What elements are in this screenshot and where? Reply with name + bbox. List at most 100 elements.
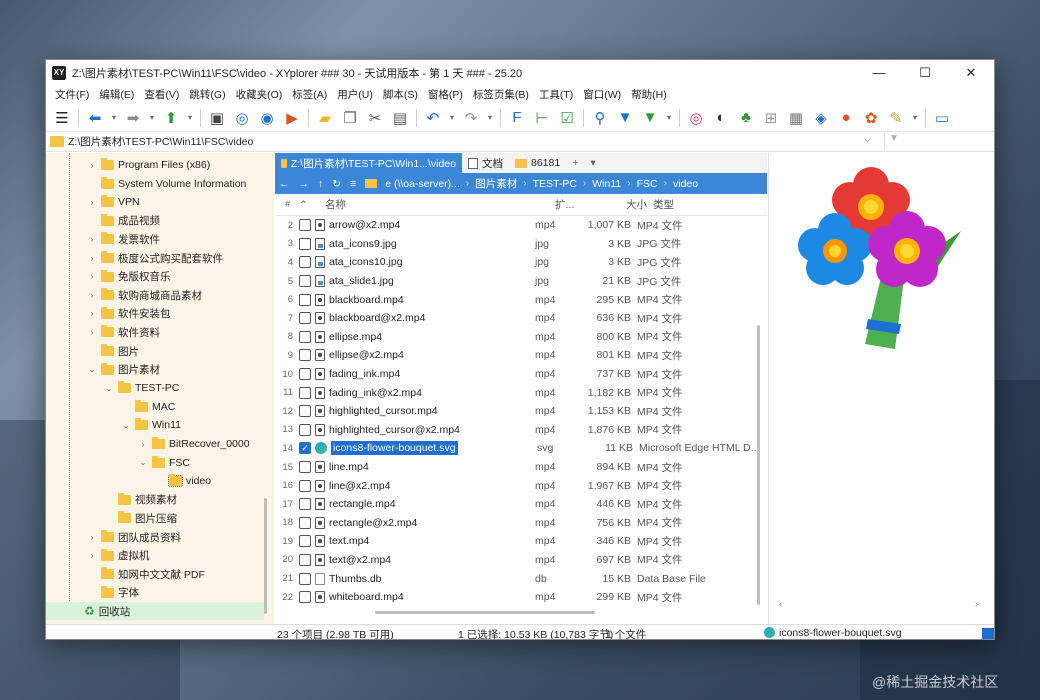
color-icon[interactable]: ✿ bbox=[859, 106, 883, 130]
tree-item[interactable]: 图片 bbox=[46, 342, 264, 360]
table-row[interactable]: 22 whiteboard.mp4 mp4 299 KB MP4 文件 bbox=[275, 588, 767, 607]
resize-corner-icon[interactable] bbox=[982, 628, 994, 639]
chevron-down-icon[interactable]: ▾ bbox=[184, 106, 196, 130]
tree-item[interactable]: ⌄ 图片素材 bbox=[46, 361, 264, 379]
address-path[interactable]: Z:\图片素材\TEST-PC\Win11\FSC\video bbox=[68, 134, 994, 149]
tree-item[interactable]: 视频素材 bbox=[46, 491, 264, 509]
checkbox-icon[interactable]: ☑ bbox=[555, 106, 579, 130]
table-row[interactable]: 11 fading_ink@x2.mp4 mp4 1,182 KB MP4 文件 bbox=[275, 383, 767, 402]
new-tab-button[interactable]: + bbox=[566, 153, 584, 173]
preview-scroll-right-icon[interactable]: › bbox=[975, 599, 978, 610]
chevron-down-icon[interactable]: ⌄ bbox=[103, 384, 115, 393]
menu-item[interactable]: 标签(A) bbox=[287, 87, 332, 102]
column-num[interactable]: # bbox=[275, 199, 297, 210]
menu-item[interactable]: 编辑(E) bbox=[94, 87, 139, 102]
chevron-right-icon[interactable]: › bbox=[86, 272, 98, 281]
menu-item[interactable]: 跳转(G) bbox=[184, 87, 230, 102]
table-row[interactable]: 12 highlighted_cursor.mp4 mp4 1,153 KB MP4 文… bbox=[275, 402, 767, 421]
table-row[interactable]: 5 ata_slide1.jpg jpg 21 KB JPG 文件 bbox=[275, 272, 767, 291]
chevron-right-icon[interactable]: › bbox=[86, 254, 98, 263]
tree-item[interactable]: ♻ 回收站 bbox=[46, 602, 264, 621]
tree-item[interactable]: › 虚拟机 bbox=[46, 547, 264, 565]
tree-item[interactable]: 成品视频 bbox=[46, 212, 264, 230]
filter-green-icon[interactable]: ▼ bbox=[638, 106, 662, 130]
title-bar[interactable]: XY Z:\图片素材\TEST-PC\Win11\FSC\video - XYp… bbox=[46, 60, 994, 85]
column-size[interactable]: 大小 bbox=[595, 197, 653, 212]
grid-icon[interactable]: ⊞ bbox=[759, 106, 783, 130]
chevron-down-icon[interactable]: ▾ bbox=[663, 106, 675, 130]
tree-item[interactable]: › 团队成员资料 bbox=[46, 528, 264, 546]
filter-box[interactable]: ▼ bbox=[884, 133, 992, 150]
breadcrumb-separator-icon[interactable]: › bbox=[466, 178, 469, 189]
media-play-icon[interactable]: ▶ bbox=[280, 106, 304, 130]
back-arrow-icon[interactable]: ⬅ bbox=[83, 106, 107, 130]
chevron-down-icon[interactable]: ⌄ bbox=[86, 365, 98, 374]
breadcrumb-item[interactable]: Win11 bbox=[592, 178, 621, 190]
tree-item[interactable]: › 软件安装包 bbox=[46, 305, 264, 323]
table-row[interactable]: 20 text@x2.mp4 mp4 697 KB MP4 文件 bbox=[275, 551, 767, 570]
table-row[interactable]: 14 ✓ icons8-flower-bouquet.svg svg 11 KB Micr… bbox=[275, 439, 767, 458]
table-row[interactable]: 3 ata_icons9.jpg jpg 3 KB JPG 文件 bbox=[275, 235, 767, 254]
row-checkbox[interactable] bbox=[299, 219, 311, 232]
tree-item[interactable]: › 软件资料 bbox=[46, 323, 264, 341]
table-row[interactable]: 18 rectangle@x2.mp4 mp4 756 KB MP4 文件 bbox=[275, 514, 767, 533]
menu-item[interactable]: 用户(U) bbox=[332, 87, 378, 102]
menu-item[interactable]: 文件(F) bbox=[50, 87, 94, 102]
tree-item[interactable]: video bbox=[46, 472, 264, 490]
column-ext[interactable]: 扩... bbox=[555, 197, 595, 212]
chevron-right-icon[interactable]: › bbox=[86, 235, 98, 244]
dark-mode-icon[interactable]: ◐ bbox=[709, 106, 733, 130]
sphere-icon[interactable]: ● bbox=[834, 106, 858, 130]
row-checkbox[interactable] bbox=[299, 312, 311, 325]
chevron-down-icon[interactable]: ▾ bbox=[446, 106, 458, 130]
address-bar[interactable]: Z:\图片素材\TEST-PC\Win11\FSC\video ⌵ ▼ bbox=[46, 132, 994, 152]
menu-item[interactable]: 窗格(P) bbox=[423, 87, 468, 102]
chevron-right-icon[interactable]: › bbox=[86, 198, 98, 207]
search-circle-icon[interactable]: ◉ bbox=[255, 106, 279, 130]
breadcrumb-item[interactable]: FSC bbox=[637, 178, 658, 190]
menu-item[interactable]: 脚本(S) bbox=[378, 87, 423, 102]
table-row[interactable]: 2 arrow@x2.mp4 mp4 1,007 KB MP4 文件 bbox=[275, 216, 767, 235]
breadcrumb-item[interactable]: video bbox=[673, 178, 698, 190]
find-icon[interactable]: ⚲ bbox=[588, 106, 612, 130]
row-checkbox[interactable] bbox=[299, 553, 311, 566]
row-checkbox[interactable] bbox=[299, 479, 311, 492]
row-checkbox[interactable] bbox=[299, 256, 311, 269]
chevron-right-icon[interactable]: › bbox=[86, 533, 98, 542]
target-icon[interactable]: ◎ bbox=[230, 106, 254, 130]
tab[interactable]: 86181 bbox=[509, 153, 566, 173]
tree-item[interactable]: › Program Files (x86) bbox=[46, 156, 264, 174]
up-arrow-icon[interactable]: ↑ bbox=[318, 178, 323, 190]
row-checkbox[interactable] bbox=[299, 275, 311, 288]
list-horizontal-scrollbar[interactable] bbox=[375, 611, 595, 614]
table-row[interactable]: 21 Thumbs.db db 15 KB Data Base File bbox=[275, 569, 767, 588]
table-row[interactable]: 19 text.mp4 mp4 346 KB MP4 文件 bbox=[275, 532, 767, 551]
table-row[interactable]: 10 fading_ink.mp4 mp4 737 KB MP4 文件 bbox=[275, 365, 767, 384]
table-row[interactable]: 9 ellipse@x2.mp4 mp4 801 KB MP4 文件 bbox=[275, 346, 767, 365]
tab[interactable]: 文档 bbox=[462, 153, 509, 173]
row-checkbox[interactable] bbox=[299, 516, 311, 529]
tab[interactable]: Z:\图片素材\TEST-PC\Win1...\video bbox=[275, 153, 462, 173]
chevron-right-icon[interactable]: › bbox=[86, 291, 98, 300]
filter-icon[interactable]: ▼ bbox=[613, 106, 637, 130]
tree-item[interactable]: › 极度公式购买配套软件 bbox=[46, 249, 264, 267]
chevron-down-icon[interactable]: ⌄ bbox=[120, 421, 132, 430]
column-name[interactable]: 名称 bbox=[325, 197, 555, 212]
table-row[interactable]: 8 ellipse.mp4 mp4 800 KB MP4 文件 bbox=[275, 328, 767, 347]
menu-item[interactable]: 查看(V) bbox=[139, 87, 184, 102]
menu-item[interactable]: 窗口(W) bbox=[578, 87, 626, 102]
panel-icon[interactable]: ▭ bbox=[930, 106, 954, 130]
tree-item[interactable]: ⌄ Win11 bbox=[46, 416, 264, 434]
tree-item[interactable]: › 软购商城商品素材 bbox=[46, 286, 264, 304]
undo-icon[interactable]: ↶ bbox=[421, 106, 445, 130]
column-type[interactable]: 类型 bbox=[653, 197, 753, 212]
copy-icon[interactable]: ❐ bbox=[338, 106, 362, 130]
breadcrumb-separator-icon[interactable]: › bbox=[627, 178, 630, 189]
redo-icon[interactable]: ↷ bbox=[459, 106, 483, 130]
tree-item[interactable]: 图片压缩 bbox=[46, 509, 264, 527]
toolbar-menu-icon[interactable]: ☰ bbox=[50, 106, 74, 130]
chevron-down-icon[interactable]: ▾ bbox=[108, 106, 120, 130]
branch-icon[interactable]: ⊢ bbox=[530, 106, 554, 130]
table-row[interactable]: 13 highlighted_cursor@x2.mp4 mp4 1,876 KB MP… bbox=[275, 421, 767, 440]
back-arrow-icon[interactable]: ← bbox=[279, 178, 290, 190]
